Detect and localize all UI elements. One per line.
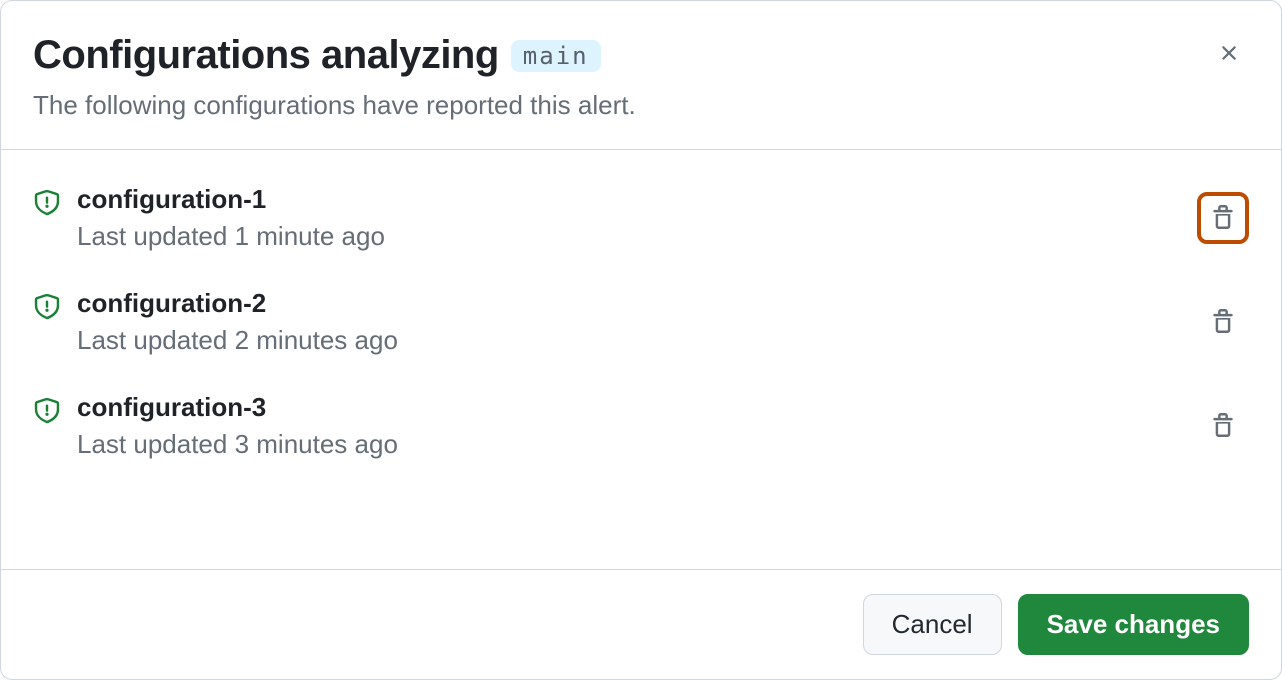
delete-button[interactable] [1197, 400, 1249, 452]
list-item: configuration-2 Last updated 2 minutes a… [33, 270, 1249, 374]
dialog-title: Configurations analyzing [33, 33, 499, 78]
title-row: Configurations analyzing main [33, 33, 1249, 78]
list-item: configuration-3 Last updated 3 minutes a… [33, 374, 1249, 478]
trash-icon [1210, 413, 1236, 439]
save-button[interactable]: Save changes [1018, 594, 1249, 655]
cancel-button[interactable]: Cancel [863, 594, 1002, 655]
trash-icon [1210, 309, 1236, 335]
config-name: configuration-2 [77, 288, 1181, 319]
shield-alert-icon [33, 292, 61, 320]
close-button[interactable] [1209, 33, 1249, 73]
delete-button[interactable] [1197, 192, 1249, 244]
config-name: configuration-1 [77, 184, 1181, 215]
shield-alert-icon [33, 396, 61, 424]
configuration-list: configuration-1 Last updated 1 minute ag… [1, 150, 1281, 569]
config-name: configuration-3 [77, 392, 1181, 423]
delete-button[interactable] [1197, 296, 1249, 348]
shield-alert-icon [33, 188, 61, 216]
config-updated: Last updated 2 minutes ago [77, 325, 1181, 356]
config-updated: Last updated 3 minutes ago [77, 429, 1181, 460]
dialog-footer: Cancel Save changes [1, 570, 1281, 679]
dialog-header: Configurations analyzing main The follow… [1, 1, 1281, 149]
close-icon [1217, 41, 1241, 65]
config-updated: Last updated 1 minute ago [77, 221, 1181, 252]
list-item: configuration-1 Last updated 1 minute ag… [33, 166, 1249, 270]
config-text: configuration-1 Last updated 1 minute ag… [77, 184, 1181, 252]
config-text: configuration-2 Last updated 2 minutes a… [77, 288, 1181, 356]
dialog-subtitle: The following configurations have report… [33, 90, 1249, 121]
trash-icon [1210, 205, 1236, 231]
config-text: configuration-3 Last updated 3 minutes a… [77, 392, 1181, 460]
branch-badge: main [511, 40, 601, 72]
configurations-dialog: Configurations analyzing main The follow… [0, 0, 1282, 680]
